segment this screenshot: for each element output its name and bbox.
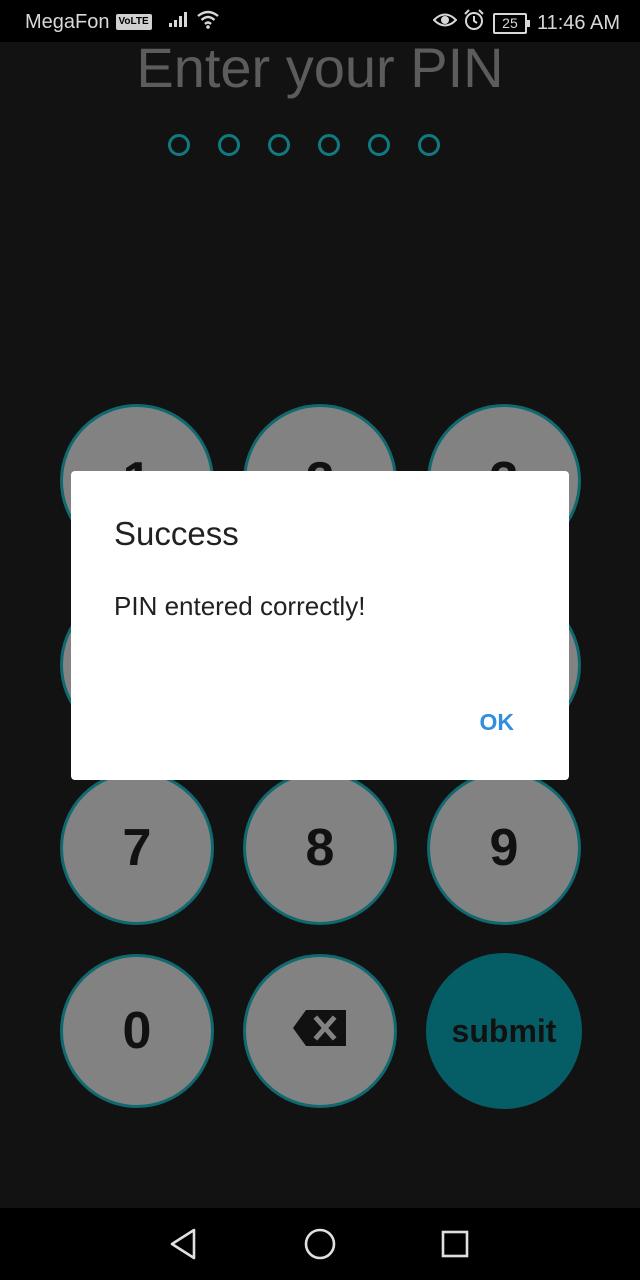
pin-dot bbox=[268, 134, 290, 156]
home-icon[interactable] bbox=[303, 1227, 337, 1266]
key-7-label: 7 bbox=[122, 819, 152, 877]
key-0-button[interactable]: 0 bbox=[60, 954, 214, 1108]
pin-dot bbox=[368, 134, 390, 156]
submit-button[interactable]: submit bbox=[426, 953, 582, 1109]
submit-label: submit bbox=[451, 1012, 557, 1049]
key-9-button[interactable]: 9 bbox=[427, 771, 581, 925]
key-8-label: 8 bbox=[305, 819, 335, 877]
carrier-label: MegaFon bbox=[25, 11, 110, 33]
signal-icon bbox=[168, 10, 190, 34]
volte-badge: VoLTE bbox=[115, 14, 152, 30]
ok-button[interactable]: OK bbox=[480, 709, 515, 736]
status-right: 25 11:46 AM bbox=[432, 9, 620, 37]
pin-dot bbox=[318, 134, 340, 156]
wifi-icon bbox=[196, 9, 220, 35]
navigation-bar bbox=[0, 1208, 640, 1280]
alarm-icon bbox=[463, 9, 485, 37]
success-dialog: Success PIN entered correctly! OK bbox=[71, 471, 569, 780]
status-left: MegaFon VoLTE bbox=[25, 9, 220, 35]
dialog-title: Success bbox=[114, 515, 239, 552]
key-0-label: 0 bbox=[122, 1002, 152, 1060]
recents-icon[interactable] bbox=[440, 1227, 470, 1266]
backspace-icon bbox=[292, 1001, 348, 1061]
back-icon[interactable] bbox=[168, 1227, 198, 1266]
dialog-message: PIN entered correctly! bbox=[114, 591, 366, 621]
pin-dot bbox=[218, 134, 240, 156]
key-8-button[interactable]: 8 bbox=[243, 771, 397, 925]
pin-indicator bbox=[168, 134, 440, 156]
pin-dot bbox=[168, 134, 190, 156]
key-7-button[interactable]: 7 bbox=[60, 771, 214, 925]
eye-icon bbox=[432, 11, 458, 35]
key-9-label: 9 bbox=[489, 819, 519, 877]
pin-dot bbox=[418, 134, 440, 156]
clock-label: 11:46 AM bbox=[536, 11, 620, 34]
backspace-button[interactable] bbox=[243, 954, 397, 1108]
page-title: Enter your PIN bbox=[136, 36, 504, 99]
battery-icon: 25 bbox=[492, 12, 530, 34]
